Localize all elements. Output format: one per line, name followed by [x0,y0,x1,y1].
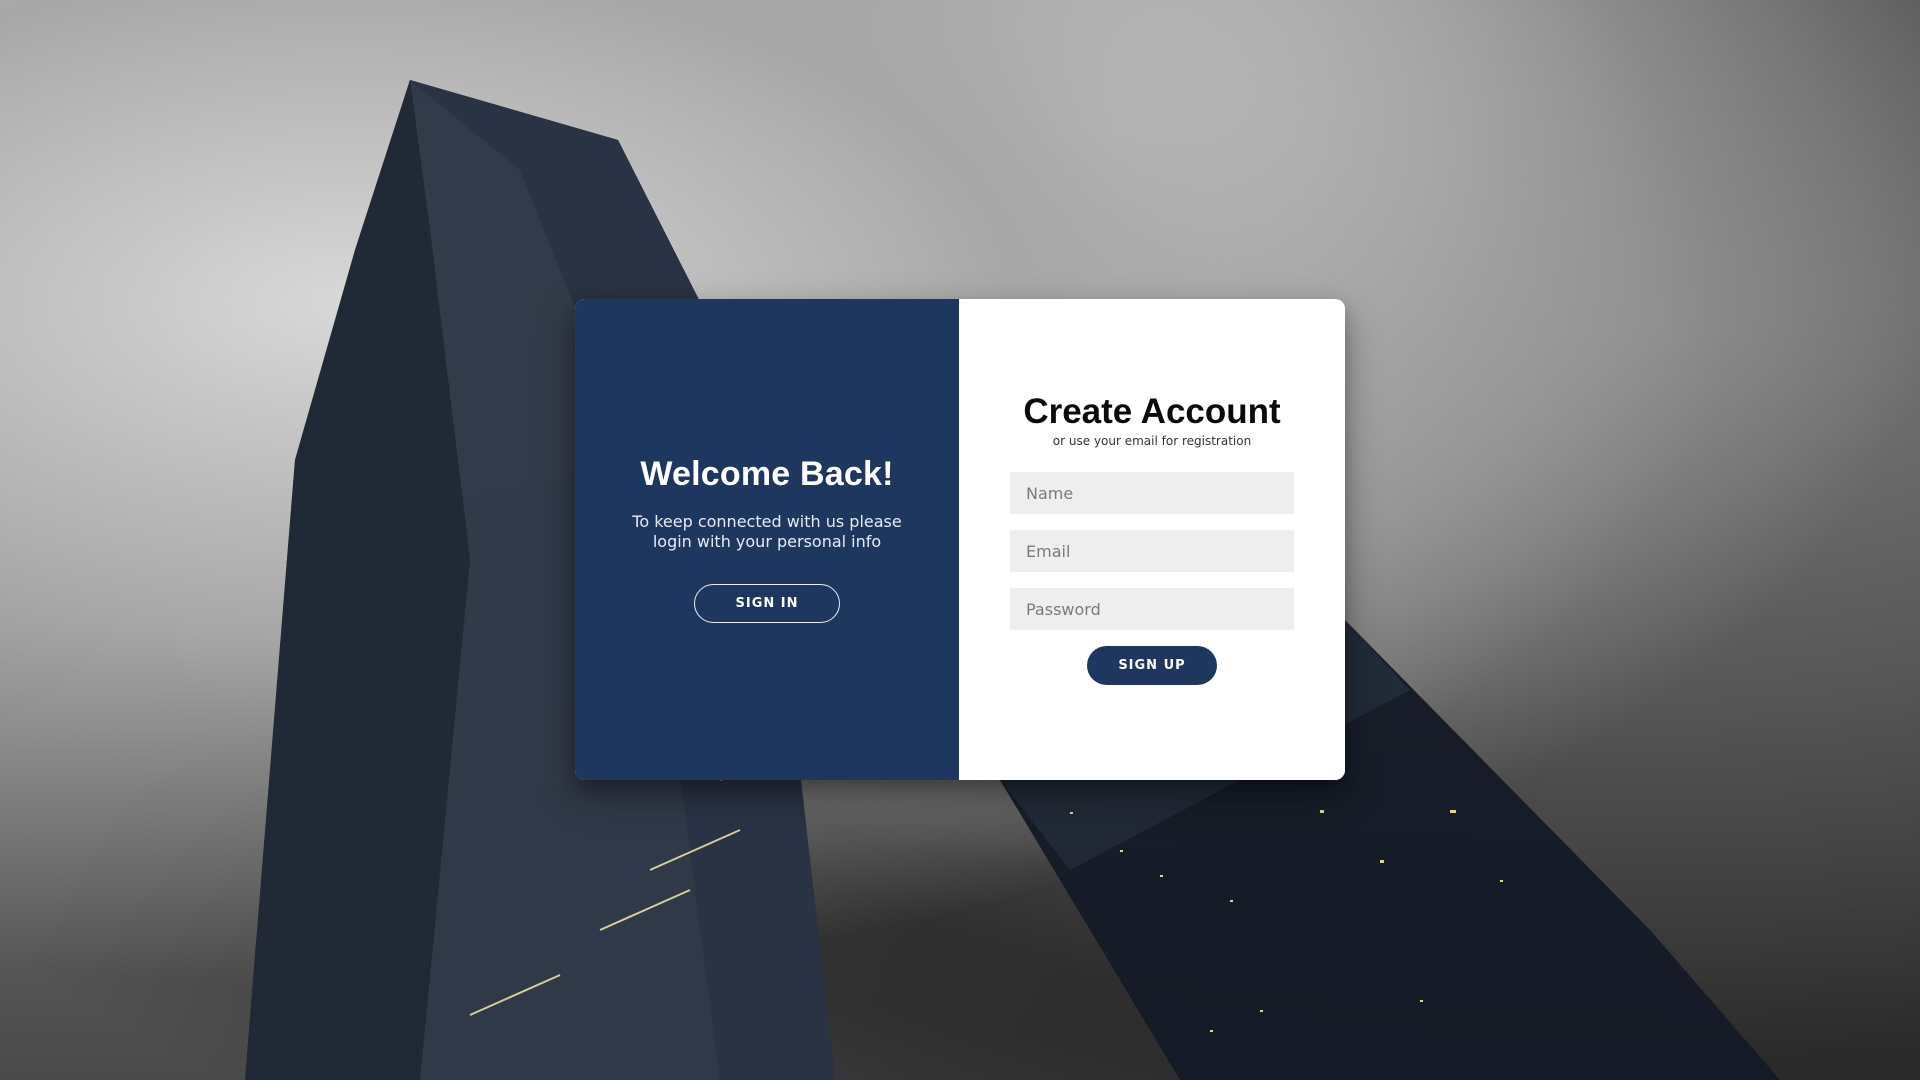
sign-up-button[interactable]: SIGN UP [1087,646,1217,686]
password-field[interactable] [1010,588,1294,631]
welcome-title: Welcome Back! [640,455,894,494]
sign-in-button[interactable]: SIGN IN [694,583,840,623]
registration-subtitle: or use your email for registration [1052,434,1252,449]
create-account-panel: Create Account or use your email for reg… [959,299,1345,780]
auth-card: Welcome Back! To keep connected with us … [575,299,1345,780]
name-field[interactable] [1010,472,1294,515]
email-field[interactable] [1010,530,1294,573]
welcome-panel: Welcome Back! To keep connected with us … [575,299,959,780]
welcome-description: To keep connected with us please login w… [632,511,902,551]
create-account-title: Create Account [1023,391,1281,431]
